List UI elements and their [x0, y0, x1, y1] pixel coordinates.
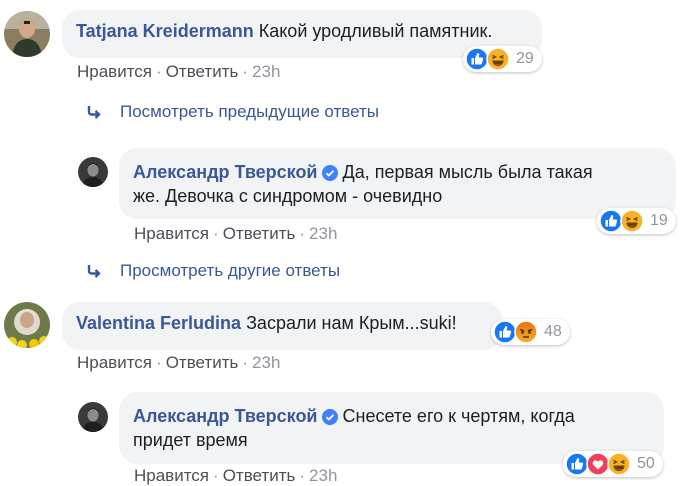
comment-text: Снесете его к чертям, когда	[342, 406, 575, 426]
comment-text: придет время	[133, 430, 248, 450]
view-previous-replies-link[interactable]: Посмотреть предыдущие ответы	[120, 102, 379, 122]
reaction-icons	[599, 209, 644, 233]
comment-timestamp[interactable]: 23h	[252, 353, 280, 372]
comment-actions: Нравится · Ответить · 23h	[77, 62, 281, 81]
comment-actions: Нравится · Ответить · 23h	[77, 353, 281, 372]
avatar-tatjana[interactable]	[4, 11, 50, 57]
view-other-replies-link[interactable]: Просмотреть другие ответы	[120, 261, 340, 281]
like-link[interactable]: Нравится	[134, 466, 209, 485]
like-link[interactable]: Нравится	[134, 224, 209, 243]
reaction-count: 29	[516, 50, 534, 67]
reaction-summary[interactable]: 50	[563, 451, 663, 477]
reaction-count: 50	[637, 455, 655, 472]
like-link[interactable]: Нравится	[77, 353, 152, 372]
angry-reaction-icon	[514, 320, 538, 344]
reaction-icons	[565, 452, 631, 476]
verified-badge-icon	[321, 165, 338, 181]
comment-text: Да, первая мысль была такая	[342, 162, 593, 182]
reaction-summary[interactable]: 29	[463, 46, 542, 72]
reaction-count: 48	[544, 323, 562, 340]
comment-text: же. Девочка с синдромом - очевидно	[133, 186, 443, 206]
reply-link[interactable]: Ответить	[166, 353, 239, 372]
reaction-summary[interactable]: 48	[491, 319, 570, 345]
comment-actions: Нравится · Ответить · 23h	[134, 224, 338, 243]
comment-bubble: Александр Тверской Да, первая мысль была…	[119, 148, 676, 219]
reply-link[interactable]: Ответить	[223, 224, 296, 243]
haha-reaction-icon	[486, 47, 510, 71]
comment-author[interactable]: Александр Тверской	[133, 162, 318, 182]
comment-bubble: Valentina Ferludina Засрали нам Крым...s…	[62, 302, 502, 350]
comment-timestamp[interactable]: 23h	[309, 224, 337, 243]
reaction-icons	[493, 320, 538, 344]
comment-author[interactable]: Valentina Ferludina	[76, 313, 241, 333]
comment-author[interactable]: Tatjana Kreidermann	[76, 21, 254, 41]
reply-link[interactable]: Ответить	[223, 466, 296, 485]
avatar-aleksandr[interactable]	[78, 157, 108, 187]
comment-author[interactable]: Александр Тверской	[133, 406, 318, 426]
verified-badge-icon	[321, 409, 338, 425]
like-link[interactable]: Нравится	[77, 62, 152, 81]
reply-link[interactable]: Ответить	[166, 62, 239, 81]
comment-text: Какой уродливый памятник.	[258, 21, 493, 41]
comment-actions: Нравится · Ответить · 23h	[134, 466, 338, 485]
haha-reaction-icon	[620, 209, 644, 233]
reply-arrow-icon	[87, 265, 101, 278]
comment-timestamp[interactable]: 23h	[252, 62, 280, 81]
comment-timestamp[interactable]: 23h	[309, 466, 337, 485]
reply-arrow-icon	[87, 106, 101, 119]
avatar-valentina[interactable]	[4, 302, 50, 348]
comment-text: Засрали нам Крым...suki!	[246, 313, 457, 333]
avatar-aleksandr[interactable]	[78, 402, 108, 432]
haha-reaction-icon	[607, 452, 631, 476]
reaction-icons	[465, 47, 510, 71]
reaction-count: 19	[650, 212, 668, 229]
reaction-summary[interactable]: 19	[597, 208, 676, 234]
